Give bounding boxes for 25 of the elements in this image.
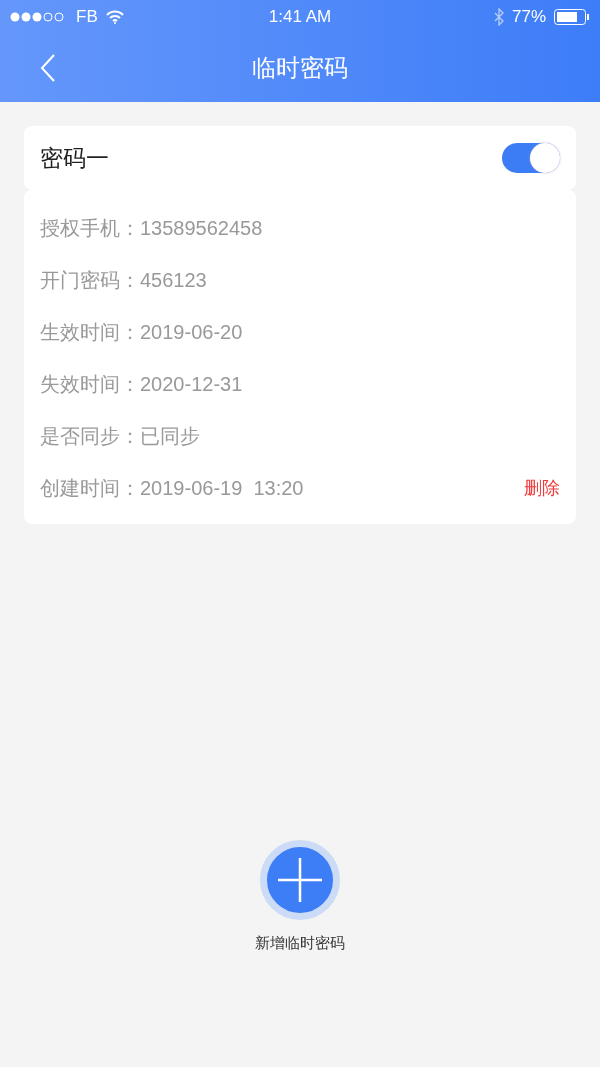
battery-percent: 77% xyxy=(511,7,546,27)
field-label: 开门密码： xyxy=(40,267,140,293)
field-value: 456123 xyxy=(140,268,207,292)
field-value: 2019-06-19 13:20 xyxy=(140,476,304,500)
field-value: 2019-06-20 xyxy=(140,320,243,344)
field-value: 已同步 xyxy=(140,423,200,449)
add-label: 新增临时密码 xyxy=(255,934,345,953)
wifi-icon xyxy=(105,10,124,24)
battery-icon xyxy=(554,9,590,25)
field-label: 是否同步： xyxy=(40,423,140,449)
field-value: 2020-12-31 xyxy=(140,372,243,396)
page-title: 临时密码 xyxy=(252,53,348,84)
field-label: 生效时间： xyxy=(40,319,140,345)
carrier-name: FB xyxy=(76,7,98,27)
toggle-switch[interactable] xyxy=(502,143,560,173)
field-label: 创建时间： xyxy=(40,475,140,501)
password-name: 密码一 xyxy=(40,143,109,173)
status-time: 1:41 AM xyxy=(268,7,332,27)
field-label: 授权手机： xyxy=(40,215,140,241)
field-label: 失效时间： xyxy=(40,371,140,397)
plus-icon xyxy=(276,856,324,904)
delete-link[interactable]: 删除 xyxy=(524,476,560,500)
back-chevron-icon xyxy=(40,54,56,82)
bluetooth-icon xyxy=(493,8,504,26)
field-value: 13589562458 xyxy=(140,216,263,240)
